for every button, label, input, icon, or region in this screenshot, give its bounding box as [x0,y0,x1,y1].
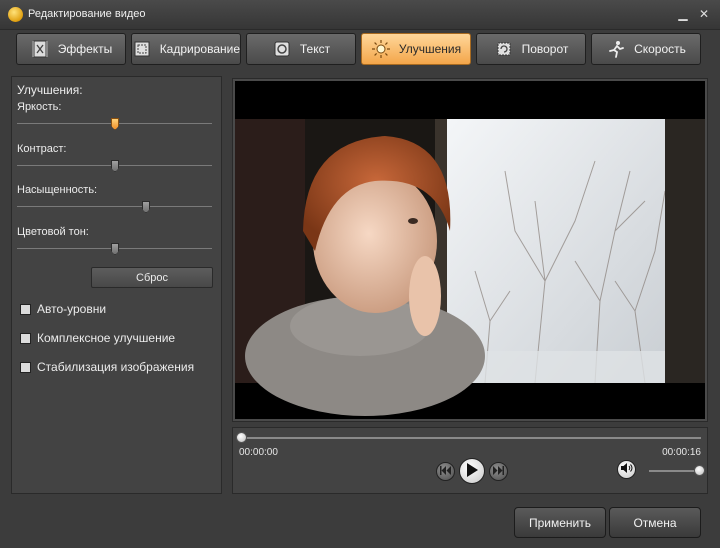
total-time: 00:00:16 [662,447,701,458]
effects-icon [30,39,50,59]
seek-knob[interactable] [236,432,247,443]
hue-slider[interactable] [17,243,212,255]
checkbox-label: Комплексное улучшение [37,331,176,345]
current-time: 00:00:00 [239,447,278,458]
crop-icon [132,39,152,59]
seek-bar[interactable] [236,432,701,443]
tab-enhance[interactable]: Улучшения [361,33,471,65]
tab-text[interactable]: Текст [246,33,356,65]
tab-rotate[interactable]: Поворот [476,33,586,65]
previous-button[interactable] [436,462,455,481]
checkbox-box[interactable] [20,332,31,344]
slider-thumb[interactable] [111,118,119,130]
complex-enhance-checkbox[interactable]: Комплексное улучшение [20,331,175,345]
saturation-label: Насыщенность: [17,184,98,196]
brightness-slider[interactable] [17,118,212,130]
slider-thumb[interactable] [142,201,150,213]
checkbox-label: Авто-уровни [37,302,107,316]
speed-icon [606,39,626,59]
speaker-icon [620,463,633,476]
volume-knob[interactable] [694,465,705,476]
contrast-slider[interactable] [17,160,212,172]
volume-slider[interactable] [649,465,705,476]
checkbox-box[interactable] [20,303,31,315]
volume-button[interactable] [617,460,636,479]
hue-label: Цветовой тон: [17,226,89,238]
checkbox-box[interactable] [20,361,31,373]
cancel-button[interactable]: Отмена [609,507,701,538]
panel-heading: Улучшения: [17,83,83,97]
enhance-panel: Улучшения: Яркость: Контраст: Насыщеннос… [11,76,222,494]
tab-effects[interactable]: Эффекты [16,33,126,65]
play-button[interactable] [459,458,485,484]
contrast-label: Контраст: [17,143,67,155]
enhance-icon [371,39,391,59]
checkbox-label: Стабилизация изображения [37,360,195,374]
app-logo-icon [8,7,23,22]
tab-bar: Эффекты Кадрирование Текст Улучшения Пов… [10,33,710,69]
window-title: Редактирование видео [28,8,146,20]
tab-crop[interactable]: Кадрирование [131,33,241,65]
tab-label: Эффекты [57,42,113,56]
skip-back-icon [440,465,451,478]
slider-thumb[interactable] [111,160,119,172]
skip-forward-icon [493,465,504,478]
video-preview-frame [232,78,708,422]
brightness-label: Яркость: [17,101,62,113]
saturation-slider[interactable] [17,201,212,213]
tab-label: Текст [299,42,331,56]
tab-speed[interactable]: Скорость [591,33,701,65]
slider-thumb[interactable] [111,243,119,255]
auto-levels-checkbox[interactable]: Авто-уровни [20,302,106,316]
next-button[interactable] [489,462,508,481]
video-preview[interactable] [235,81,705,419]
reset-button[interactable]: Сброс [91,267,213,288]
apply-button[interactable]: Применить [514,507,606,538]
title-bar: Редактирование видео ▁ ✕ [0,0,720,30]
stabilization-checkbox[interactable]: Стабилизация изображения [20,360,194,374]
minimize-button[interactable]: ▁ [676,7,690,21]
slider-track [17,206,212,207]
playback-panel: 00:00:00 00:00:16 [232,427,708,494]
rotate-icon [494,39,514,59]
tab-label: Скорость [634,42,686,56]
close-button[interactable]: ✕ [697,7,711,21]
tab-label: Поворот [521,42,569,56]
video-frame-image [235,81,705,419]
play-icon [466,462,478,480]
tab-label: Кадрирование [159,42,240,56]
tab-label: Улучшения [398,42,462,56]
text-icon [272,39,292,59]
